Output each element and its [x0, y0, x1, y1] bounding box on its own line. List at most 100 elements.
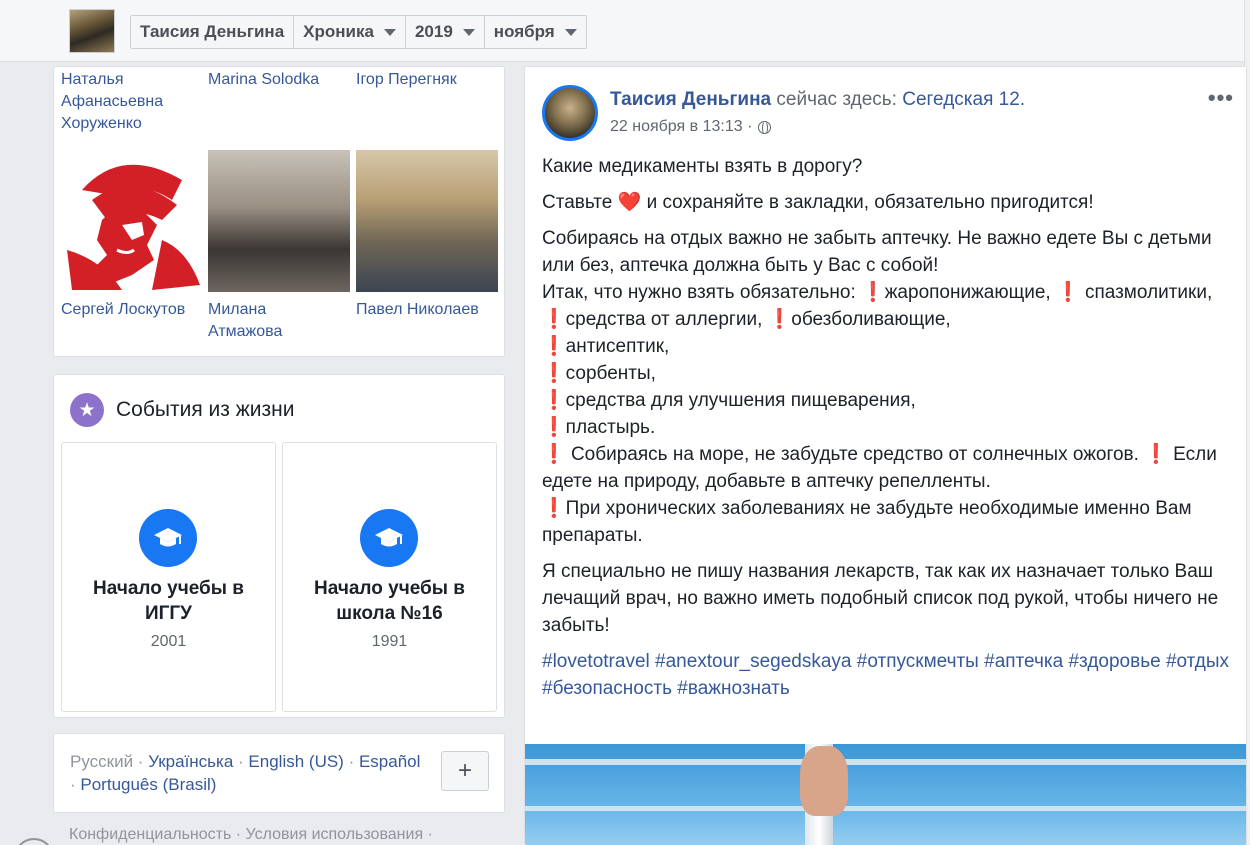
language-current: Русский — [70, 752, 134, 771]
crumb-profile[interactable]: Таисия Деньгина — [131, 16, 295, 48]
timeline-breadcrumb: Таисия Деньгина Хроника 2019 ноября — [130, 15, 587, 49]
post-place-link[interactable]: Сегедская 12. — [902, 89, 1025, 110]
friend-name[interactable]: Ігор Перегняк — [356, 69, 496, 91]
friend-name[interactable]: Милана Атмажова — [208, 299, 308, 343]
hashtag-link[interactable]: #здоровье — [1068, 651, 1160, 672]
crumb-profile-label: Таисия Деньгина — [140, 22, 285, 41]
crumb-timeline-label: Хроника — [303, 22, 374, 41]
friend-name[interactable]: Наталья Афанасьевна Хоруженко — [61, 69, 191, 135]
help-icon[interactable] — [14, 838, 54, 845]
post-text-span: Собираясь на море, не забудьте средство … — [570, 444, 1139, 465]
life-event-title: Начало учебы в ИГГУ — [93, 578, 244, 624]
post-text-span: спазмолитики, — [1084, 282, 1213, 303]
exclamation-icon: ❗ — [542, 363, 566, 384]
post-paragraph: Ставьте ❤️ и сохраняйте в закладки, обяз… — [542, 189, 1232, 216]
post-text-span: сорбенты, — [565, 363, 656, 384]
post-text-span: средства для улучшения пищеварения, — [565, 390, 916, 411]
crumb-month-label: ноября — [493, 22, 555, 41]
post-hashtags: #lovetotravel #anextour_segedskaya #отпу… — [542, 648, 1232, 702]
post-text-span: Итак, что нужно взять обязательно: — [542, 282, 856, 303]
profile-avatar[interactable] — [69, 9, 115, 53]
post-author-name[interactable]: Таисия Деньгина — [610, 89, 771, 110]
hashtag-link[interactable]: #аптечка — [984, 651, 1063, 672]
life-event-year: 2001 — [150, 633, 187, 650]
exclamation-icon: ❗ — [1144, 444, 1168, 465]
post-text-span: обезболивающие, — [791, 309, 951, 330]
post-text: Какие медикаменты взять в дорогу? Ставьт… — [542, 153, 1232, 711]
more-options-icon[interactable]: ••• — [1208, 85, 1234, 111]
friends-card: Наталья Афанасьевна Хоруженко Marina Sol… — [53, 66, 505, 357]
spartan-logo-icon — [67, 164, 200, 290]
star-icon: ★ — [70, 393, 104, 427]
hashtag-link[interactable]: #отдых — [1166, 651, 1229, 672]
hashtag-link[interactable]: #важнознать — [677, 678, 790, 699]
crumb-timeline[interactable]: Хроника — [294, 16, 406, 48]
exclamation-icon: ❗ — [767, 309, 792, 330]
post-text-span: антисептик, — [565, 336, 670, 357]
photo-rail — [525, 759, 1246, 765]
life-event-tile[interactable]: Начало учебы в ИГГУ 2001 — [61, 442, 276, 712]
post-text-span: Собираясь на отдых важно не забыть аптеч… — [542, 228, 1212, 276]
hashtag-link[interactable]: #безопасность — [542, 678, 672, 699]
hashtag-link[interactable]: #lovetotravel — [542, 651, 650, 672]
language-link[interactable]: Українська — [148, 752, 233, 771]
post-text-span: пластырь. — [565, 417, 656, 438]
hashtag-link[interactable]: #отпускмечты — [857, 651, 979, 672]
chevron-down-icon — [383, 28, 396, 36]
friend-photo[interactable] — [208, 150, 350, 292]
post-photo[interactable] — [525, 744, 1246, 845]
photo-hand — [800, 746, 848, 816]
post-paragraph: Собираясь на отдых важно не забыть аптеч… — [542, 225, 1232, 549]
languages-card: Русский · Українська · English (US) · Es… — [53, 733, 505, 813]
friend-name[interactable]: Сергей Лоскутов — [61, 299, 201, 321]
language-link[interactable]: Español — [359, 752, 420, 771]
exclamation-icon: ❗ — [861, 282, 885, 303]
friend-name[interactable]: Marina Solodka — [208, 69, 348, 91]
hashtag-link[interactable]: #anextour_segedskaya — [655, 651, 851, 672]
post-text-span: При хронических заболеваниях не забудьте… — [542, 498, 1192, 546]
exclamation-icon: ❗ — [542, 444, 566, 465]
post-paragraph: Какие медикаменты взять в дорогу? — [542, 156, 863, 177]
friend-photo[interactable] — [62, 150, 204, 292]
heart-icon: ❤️ — [617, 192, 642, 213]
photo-rail — [525, 806, 1246, 811]
crumb-year-label: 2019 — [414, 22, 453, 41]
friend-name[interactable]: Павел Николаев — [356, 299, 501, 321]
crumb-month[interactable]: ноября — [485, 16, 586, 48]
post-checkin-label: сейчас здесь: — [776, 89, 897, 110]
life-event-tile[interactable]: Начало учебы в школа №16 1991 — [282, 442, 497, 712]
life-events-header: ★ События из жизни — [70, 393, 294, 427]
post-header: Таисия Деньгина сейчас здесь: Сегедская … — [610, 89, 1025, 111]
language-list: Русский · Українська · English (US) · Es… — [70, 752, 421, 794]
post-time-text: 22 ноября в 13:13 · — [610, 118, 753, 135]
timeline-post: Таисия Деньгина сейчас здесь: Сегедская … — [524, 66, 1247, 845]
exclamation-icon: ❗ — [542, 309, 566, 330]
chevron-down-icon — [564, 28, 577, 36]
graduation-cap-icon — [139, 509, 197, 567]
footer-links[interactable]: Конфиденциальность · Условия использован… — [69, 826, 433, 844]
language-link[interactable]: Português (Brasil) — [80, 775, 216, 794]
crumb-year[interactable]: 2019 — [406, 16, 485, 48]
timeline-header: Таисия Деньгина Хроника 2019 ноября — [0, 0, 1250, 62]
post-paragraph: Я специально не пишу названия лекарств, … — [542, 561, 1219, 636]
add-language-button[interactable]: + — [441, 751, 489, 791]
globe-icon — [758, 120, 772, 135]
graduation-cap-icon — [360, 509, 418, 567]
friend-photo[interactable] — [356, 150, 498, 292]
exclamation-icon: ❗ — [542, 336, 566, 357]
language-link[interactable]: English (US) — [248, 752, 343, 771]
exclamation-icon: ❗ — [542, 390, 566, 411]
chevron-down-icon — [462, 28, 475, 36]
life-event-title: Начало учебы в школа №16 — [314, 578, 465, 624]
exclamation-icon: ❗ — [542, 417, 566, 438]
exclamation-icon: ❗ — [1056, 282, 1080, 303]
life-events-title: События из жизни — [116, 398, 295, 421]
life-event-year: 1991 — [371, 633, 408, 650]
post-text-span: и сохраняйте в закладки, обязательно при… — [646, 192, 1094, 213]
post-text-span: средства от аллергии, — [565, 309, 763, 330]
post-timestamp[interactable]: 22 ноября в 13:13 · — [610, 118, 772, 136]
exclamation-icon: ❗ — [542, 498, 566, 519]
post-text-span: жаропонижающие, — [884, 282, 1051, 303]
post-author-avatar[interactable] — [542, 85, 598, 141]
life-events-card: ★ События из жизни Начало учебы в ИГГУ 2… — [53, 374, 505, 718]
